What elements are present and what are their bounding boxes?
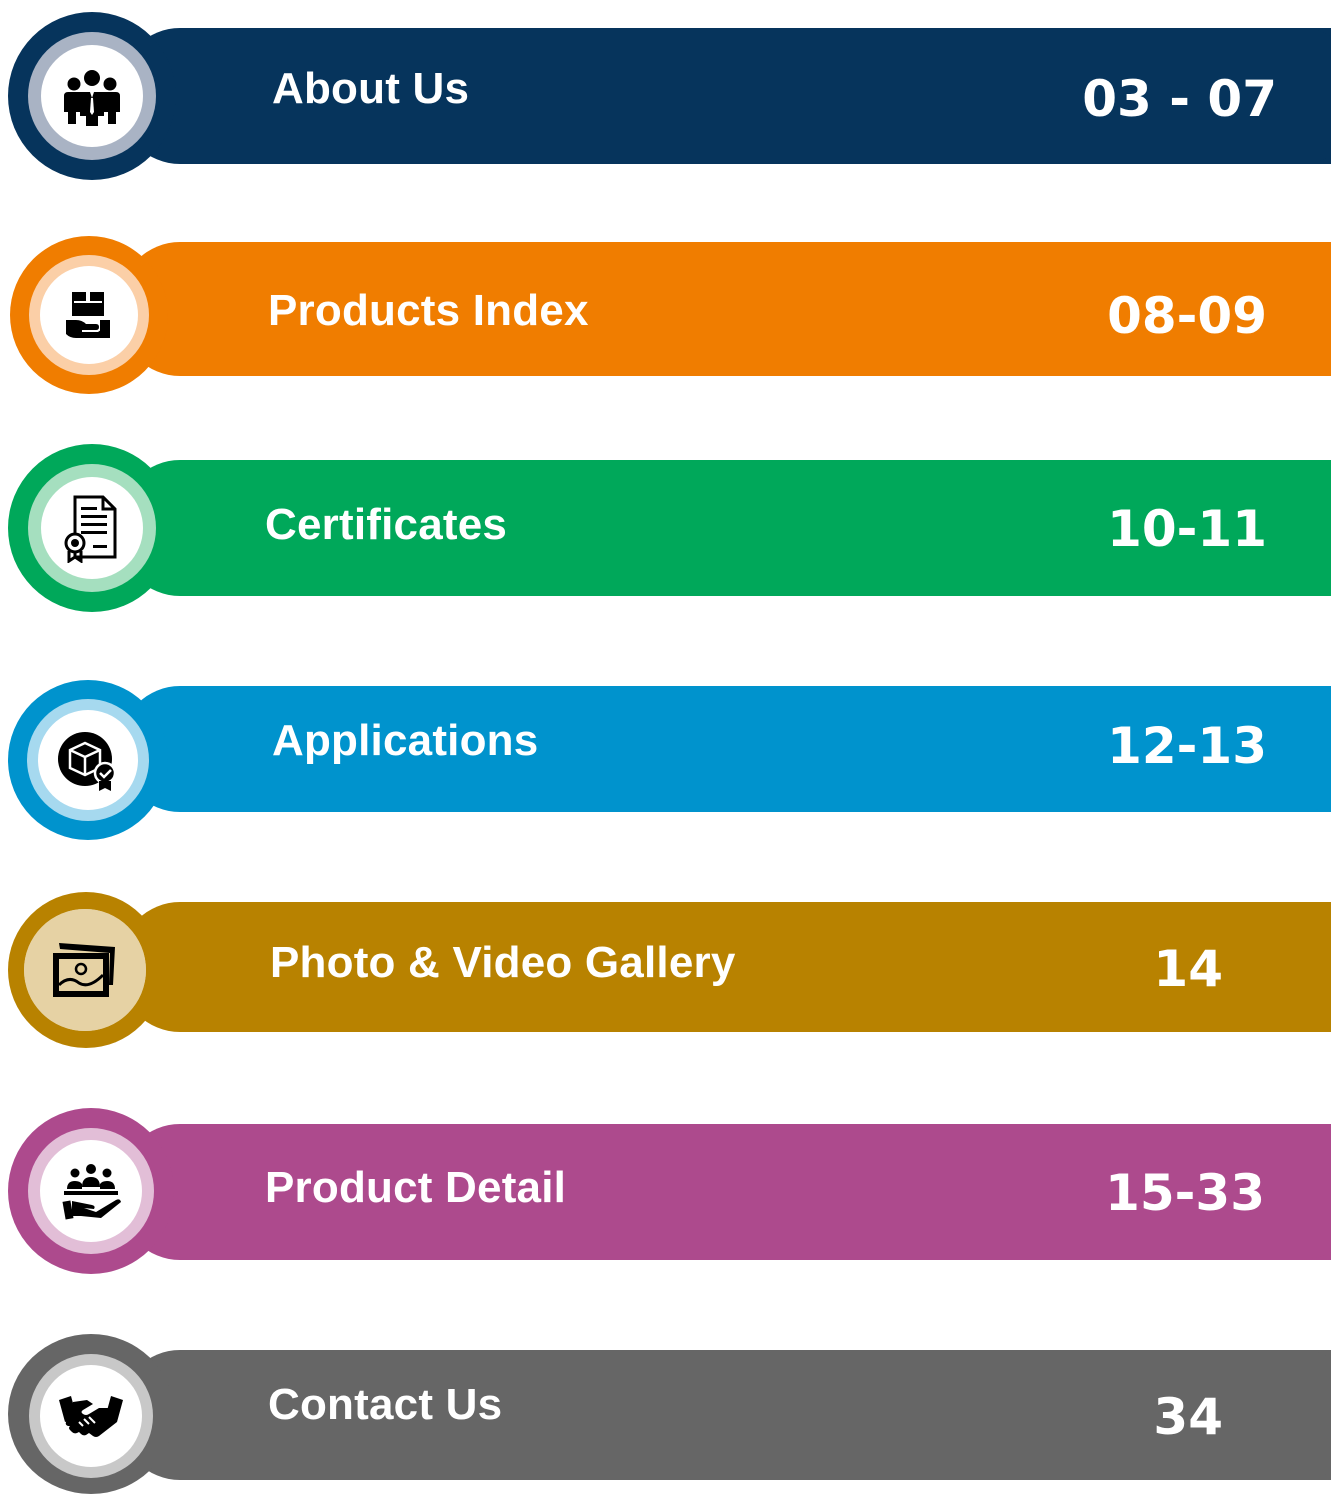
- product-hand-icon: [40, 266, 138, 364]
- toc-label: Contact Us: [268, 1380, 503, 1429]
- toc-label: Product Detail: [265, 1163, 567, 1212]
- toc-label: About Us: [272, 64, 470, 113]
- toc-pages: 10-11: [1107, 500, 1267, 558]
- toc-pages: 12-13: [1107, 717, 1267, 775]
- box-check-icon: [38, 710, 138, 810]
- team-icon: [41, 45, 143, 147]
- toc-pages: 03 - 07: [1082, 70, 1277, 128]
- handshake-icon: [40, 1365, 142, 1467]
- toc-label: Products Index: [268, 286, 589, 335]
- toc-pages: 08-09: [1107, 287, 1267, 345]
- toc-pages: 15-33: [1105, 1164, 1265, 1222]
- toc-label: Photo & Video Gallery: [270, 938, 736, 987]
- toc-label: Applications: [272, 716, 539, 765]
- people-hand-icon: [40, 1140, 142, 1242]
- toc-label: Certificates: [265, 500, 508, 549]
- toc-pages: 34: [1153, 1388, 1223, 1446]
- gallery-icon: [24, 909, 146, 1031]
- certificate-icon: [41, 477, 143, 579]
- toc-pages: 14: [1153, 940, 1223, 998]
